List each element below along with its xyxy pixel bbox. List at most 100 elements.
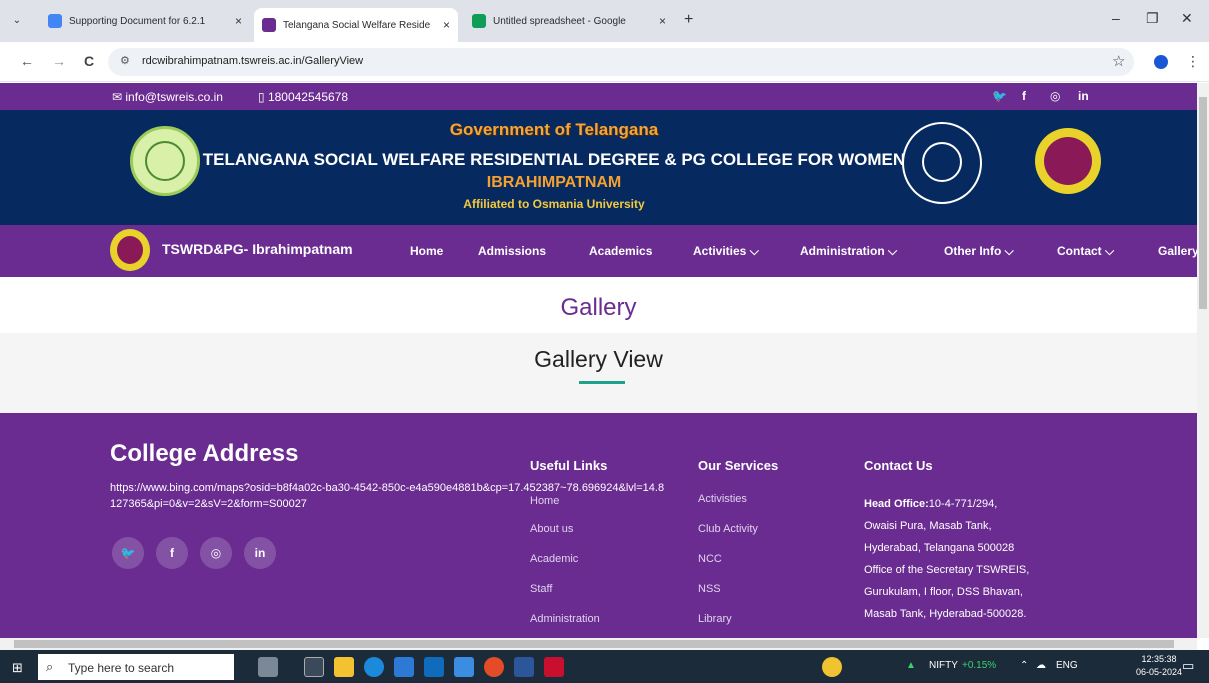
- address-bar[interactable]: ⚙ rdcwibrahimpatnam.tswreis.ac.in/Galler…: [108, 48, 1134, 76]
- horizontal-scrollbar-thumb[interactable]: [14, 640, 1174, 648]
- page-title: Gallery: [560, 294, 637, 321]
- contact-line: Masab Tank, Hyderabad-500028.: [864, 608, 1027, 620]
- file-explorer-icon[interactable]: [334, 657, 354, 677]
- bookmark-star-icon[interactable]: ☆: [1112, 52, 1125, 70]
- nav-gallery[interactable]: Gallery: [1158, 244, 1197, 258]
- camera-app-icon[interactable]: [258, 657, 278, 677]
- email-link[interactable]: ✉ info@tswreis.co.in: [112, 90, 223, 104]
- linkedin-icon[interactable]: in: [1078, 89, 1089, 103]
- college-crest-logo: [1035, 128, 1101, 194]
- nav-admissions[interactable]: Admissions: [478, 244, 546, 258]
- site-top-bar: ✉ info@tswreis.co.in ▯ 180042545678 🐦 f …: [0, 83, 1197, 110]
- store-icon[interactable]: [394, 657, 414, 677]
- weather-app-icon[interactable]: [454, 657, 474, 677]
- twitter-icon[interactable]: 🐦: [992, 89, 1007, 103]
- college-address-title: College Address: [110, 440, 299, 467]
- nav-home[interactable]: Home: [410, 244, 443, 258]
- brand-name[interactable]: TSWRD&PG- Ibrahimpatnam: [162, 241, 353, 257]
- facebook-icon[interactable]: f: [1022, 89, 1026, 103]
- service-link-library[interactable]: Library: [698, 613, 732, 625]
- service-link-activities[interactable]: Activisties: [698, 493, 747, 505]
- system-clock[interactable]: 12:35:38 06-05-2024: [1136, 653, 1182, 679]
- osmania-university-logo: [902, 122, 982, 204]
- contact-address: Head Office:10-4-771/294, Owaisi Pura, M…: [864, 493, 1074, 625]
- forward-button[interactable]: →: [52, 53, 66, 69]
- our-services-title: Our Services: [698, 458, 779, 473]
- help-icon[interactable]: [822, 657, 842, 677]
- tab-supporting-document[interactable]: Supporting Document for 6.2.1 ×: [40, 8, 250, 34]
- site-footer: College Address https://www.bing.com/map…: [0, 413, 1197, 638]
- nifty-change: +0.15%: [962, 660, 997, 671]
- taskbar-search-box[interactable]: ⌕ Type here to search: [38, 654, 234, 680]
- windows-start-icon[interactable]: ⊞: [12, 660, 23, 676]
- nav-activities[interactable]: Activities ⌵: [693, 244, 759, 259]
- tab-search-dropdown-icon[interactable]: ⌄: [8, 12, 26, 30]
- nifty-label[interactable]: NIFTY: [929, 660, 958, 671]
- service-link-nss[interactable]: NSS: [698, 583, 721, 595]
- site-info-icon[interactable]: ⚙: [120, 54, 130, 67]
- phone-link[interactable]: ▯ 180042545678: [258, 90, 348, 104]
- footer-link-home[interactable]: Home: [530, 495, 559, 507]
- new-tab-button[interactable]: +: [684, 11, 693, 29]
- nav-administration[interactable]: Administration ⌵: [800, 244, 897, 259]
- back-button[interactable]: ←: [20, 53, 34, 69]
- browser-menu-icon[interactable]: ⋮: [1186, 53, 1200, 70]
- cloud-icon[interactable]: ☁: [1036, 660, 1046, 671]
- college-favicon-icon: [262, 18, 276, 32]
- vertical-scrollbar[interactable]: [1197, 83, 1209, 638]
- restore-button[interactable]: ❐: [1146, 10, 1159, 27]
- college-address-link[interactable]: https://www.bing.com/maps?osid=b8f4a02c-…: [110, 480, 670, 512]
- profile-avatar-icon[interactable]: [1154, 55, 1168, 69]
- minimize-button[interactable]: –: [1112, 10, 1120, 26]
- address-bar-url[interactable]: rdcwibrahimpatnam.tswreis.ac.in/GalleryV…: [142, 55, 363, 67]
- useful-links-title: Useful Links: [530, 458, 608, 473]
- tab-close-icon[interactable]: ×: [659, 14, 666, 28]
- contact-line: Hyderabad, Telangana 500028: [864, 542, 1015, 554]
- word-app-icon[interactable]: [514, 657, 534, 677]
- footer-link-about-us[interactable]: About us: [530, 523, 573, 535]
- notifications-icon[interactable]: ▭: [1182, 658, 1194, 674]
- instagram-icon[interactable]: ◎: [1050, 89, 1060, 103]
- shield-app-icon[interactable]: [544, 657, 564, 677]
- contact-line: Head Office:10-4-771/294,: [864, 493, 1074, 515]
- reload-button[interactable]: C: [84, 53, 94, 69]
- tab-telangana-social-welfare[interactable]: Telangana Social Welfare Reside ×: [254, 8, 458, 42]
- tab-title: Untitled spreadsheet - Google: [493, 15, 626, 27]
- edge-browser-icon[interactable]: [364, 657, 384, 677]
- footer-linkedin-icon[interactable]: in: [244, 537, 276, 569]
- tab-close-icon[interactable]: ×: [235, 14, 242, 28]
- tab-untitled-spreadsheet[interactable]: Untitled spreadsheet - Google ×: [464, 8, 674, 34]
- tab-close-icon[interactable]: ×: [443, 18, 450, 32]
- search-placeholder: Type here to search: [68, 661, 175, 675]
- language-indicator[interactable]: ENG: [1056, 660, 1078, 671]
- close-window-button[interactable]: ✕: [1181, 10, 1193, 27]
- footer-link-academic[interactable]: Academic: [530, 553, 578, 565]
- sheets-favicon-icon: [472, 14, 486, 28]
- tab-title: Telangana Social Welfare Reside: [283, 19, 431, 31]
- nav-academics[interactable]: Academics: [589, 244, 652, 258]
- nav-contact[interactable]: Contact ⌵: [1057, 244, 1114, 259]
- footer-facebook-icon[interactable]: f: [156, 537, 188, 569]
- footer-link-staff[interactable]: Staff: [530, 583, 552, 595]
- footer-instagram-icon[interactable]: ◎: [200, 537, 232, 569]
- vertical-scrollbar-thumb[interactable]: [1199, 97, 1207, 309]
- tab-title: Supporting Document for 6.2.1: [69, 15, 206, 27]
- task-view-icon[interactable]: [304, 657, 324, 677]
- contact-line: Gurukulam, I floor, DSS Bhavan,: [864, 586, 1023, 598]
- docs-favicon-icon: [48, 14, 62, 28]
- page-heading-band: Gallery: [0, 277, 1197, 333]
- tray-chevron-icon[interactable]: ⌃: [1020, 660, 1028, 671]
- gallery-view-section: Gallery View: [0, 333, 1197, 413]
- service-link-club-activity[interactable]: Club Activity: [698, 523, 758, 535]
- nav-other-info[interactable]: Other Info ⌵: [944, 244, 1014, 259]
- footer-link-administration[interactable]: Administration: [530, 613, 600, 625]
- clock-date: 06-05-2024: [1136, 667, 1183, 677]
- chrome-browser-icon[interactable]: [484, 657, 504, 677]
- footer-twitter-icon[interactable]: 🐦: [112, 537, 144, 569]
- service-link-ncc[interactable]: NCC: [698, 553, 722, 565]
- horizontal-scrollbar[interactable]: [0, 638, 1197, 650]
- brand-logo[interactable]: [110, 229, 150, 271]
- mail-app-icon[interactable]: [424, 657, 444, 677]
- contact-line: Office of the Secretary TSWREIS,: [864, 564, 1030, 576]
- phone-icon: ▯: [258, 90, 268, 104]
